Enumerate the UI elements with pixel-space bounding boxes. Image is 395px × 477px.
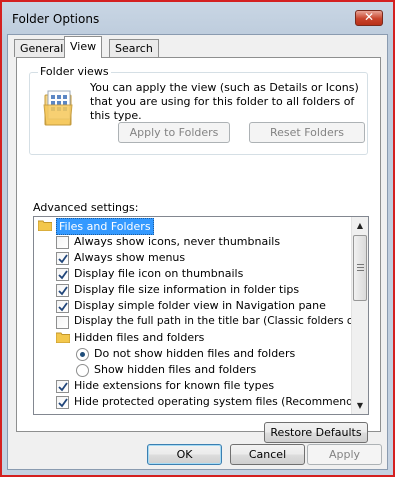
- option-label: Show hidden files and folders: [94, 363, 257, 376]
- folder-views-icon: [43, 90, 73, 126]
- option-label: Display the full path in the title bar (…: [74, 315, 369, 327]
- cancel-button[interactable]: Cancel: [230, 444, 305, 465]
- thumb-grip: [357, 264, 364, 265]
- tab-search[interactable]: Search: [109, 39, 159, 57]
- option-display-file-size-info[interactable]: Display file size information in folder …: [56, 282, 356, 298]
- option-display-full-path[interactable]: Display the full path in the title bar (…: [56, 314, 368, 330]
- checkbox[interactable]: [56, 380, 69, 393]
- option-label: Do not show hidden files and folders: [94, 347, 296, 360]
- checkbox[interactable]: [56, 284, 69, 297]
- folder-icon: [38, 220, 52, 231]
- option-label: Display file icon on thumbnails: [74, 267, 244, 280]
- checkbox[interactable]: [56, 316, 69, 329]
- close-icon: ✕: [363, 10, 375, 24]
- folder-icon: [56, 332, 70, 343]
- checkmark-icon: [58, 398, 68, 408]
- option-display-file-icon-on-thumbnails[interactable]: Display file icon on thumbnails: [56, 266, 356, 282]
- checkbox[interactable]: [56, 236, 69, 249]
- checkmark-icon: [58, 286, 68, 296]
- tree-folder-files-and-folders[interactable]: Files and Folders: [38, 218, 348, 235]
- checkbox[interactable]: [56, 396, 69, 409]
- checkmark-icon: [58, 302, 68, 312]
- window-title: Folder Options: [12, 12, 100, 26]
- tree-item-label: Files and Folders: [56, 218, 154, 235]
- option-hide-extensions[interactable]: Hide extensions for known file types: [56, 378, 356, 394]
- radio-button[interactable]: [76, 364, 89, 377]
- scroll-up-arrow-icon[interactable]: ▲: [352, 217, 368, 234]
- reset-folders-button[interactable]: Reset Folders: [249, 122, 365, 143]
- ok-button[interactable]: OK: [147, 444, 222, 465]
- option-always-show-menus[interactable]: Always show menus: [56, 250, 356, 266]
- checkbox[interactable]: [56, 300, 69, 313]
- checkmark-icon: [58, 254, 68, 264]
- option-display-simple-folder-view[interactable]: Display simple folder view in Navigation…: [56, 298, 356, 314]
- option-label: Always show icons, never thumbnails: [74, 235, 281, 248]
- advanced-settings-label: Advanced settings:: [33, 201, 139, 214]
- option-do-not-show-hidden[interactable]: Do not show hidden files and folders: [76, 346, 356, 362]
- thumb-grip: [357, 267, 364, 268]
- restore-defaults-button[interactable]: Restore Defaults: [264, 422, 368, 443]
- view-tab-panel: Folder views You can apply the view (suc…: [16, 57, 381, 443]
- thumb-grip: [357, 270, 364, 271]
- checkbox[interactable]: [56, 268, 69, 281]
- tree-folder-hidden-files[interactable]: Hidden files and folders: [56, 330, 356, 346]
- tree-item-label: Hidden files and folders: [74, 331, 205, 344]
- dialog-client-area: General View Search Folder views You can…: [7, 34, 388, 470]
- scroll-thumb[interactable]: [353, 235, 367, 301]
- folder-views-legend: Folder views: [38, 65, 111, 78]
- advanced-settings-tree[interactable]: Files and Folders Always show icons, nev…: [33, 216, 369, 415]
- apply-to-folders-button[interactable]: Apply to Folders: [118, 122, 230, 143]
- radio-button[interactable]: [76, 348, 89, 361]
- title-bar[interactable]: Folder Options ✕: [4, 4, 391, 34]
- checkmark-icon: [58, 382, 68, 392]
- checkmark-icon: [58, 270, 68, 280]
- option-label: Display file size information in folder …: [74, 283, 300, 296]
- option-label: Hide protected operating system files (R…: [74, 395, 369, 408]
- option-label: Always show menus: [74, 251, 186, 264]
- folder-views-description: You can apply the view (such as Details …: [90, 81, 359, 122]
- radio-selected-dot: [80, 352, 85, 357]
- vertical-scrollbar[interactable]: ▲ ▼: [351, 217, 368, 414]
- option-show-hidden[interactable]: Show hidden files and folders: [76, 362, 356, 378]
- folder-options-window: Folder Options ✕ General View Search Fol…: [0, 0, 395, 477]
- close-button[interactable]: ✕: [355, 10, 383, 26]
- option-label: Display simple folder view in Navigation…: [74, 299, 326, 312]
- apply-button[interactable]: Apply: [307, 444, 382, 465]
- checkbox[interactable]: [56, 252, 69, 265]
- option-hide-protected-files[interactable]: Hide protected operating system files (R…: [56, 394, 368, 410]
- folder-views-group: Folder views You can apply the view (suc…: [29, 65, 368, 155]
- tab-general[interactable]: General: [14, 39, 70, 57]
- option-always-show-icons[interactable]: Always show icons, never thumbnails: [56, 234, 356, 250]
- scroll-down-arrow-icon[interactable]: ▼: [352, 397, 368, 414]
- tab-view[interactable]: View: [64, 36, 103, 58]
- option-label: Hide extensions for known file types: [74, 379, 275, 392]
